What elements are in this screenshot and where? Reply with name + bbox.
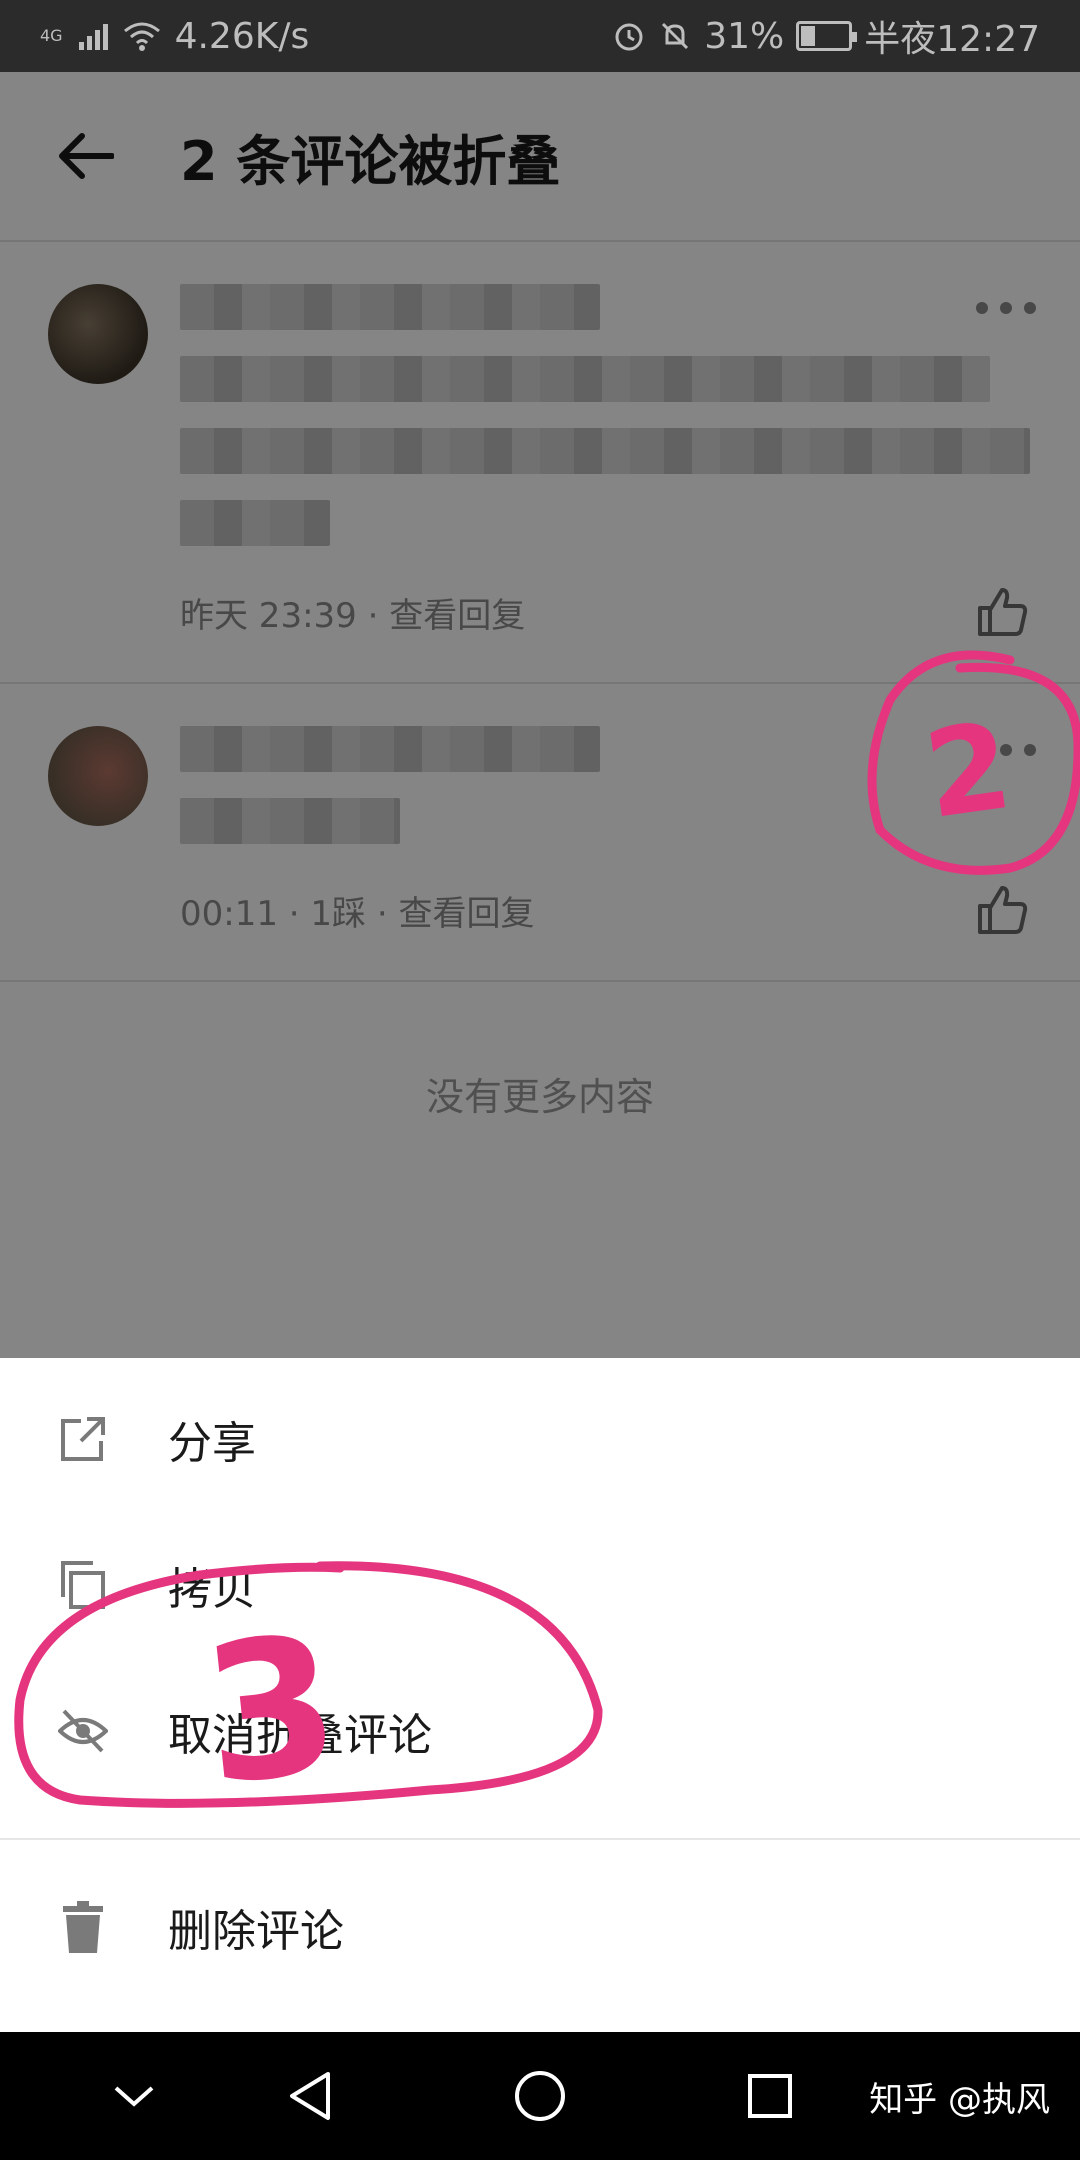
status-time: 半夜12:27 xyxy=(864,19,1040,60)
unfold-comment-label: 取消折叠评论 xyxy=(168,1710,432,1761)
nav-back-button[interactable] xyxy=(280,2066,340,2126)
square-recents-icon xyxy=(748,2074,792,2118)
circle-home-icon xyxy=(515,2071,565,2121)
share-option[interactable]: 分享 xyxy=(0,1366,1080,1512)
eye-off-icon xyxy=(58,1706,108,1756)
status-left: 4G 4.26K/s xyxy=(40,16,309,57)
status-right: 31% 半夜12:27 xyxy=(612,10,1040,62)
trash-icon xyxy=(58,1901,108,1953)
wifi-icon xyxy=(123,22,160,51)
action-sheet: 分享 拷贝 取消折叠评论 删除评论 xyxy=(0,1358,1080,2032)
battery-percent: 31% xyxy=(704,15,785,57)
alarm-icon xyxy=(615,23,643,51)
delete-comment-label: 删除评论 xyxy=(168,1906,344,1957)
sheet-divider xyxy=(0,1838,1080,1840)
status-bar: 4G 4.26K/s 31% 半夜12:27 xyxy=(0,0,1080,72)
system-nav-bar: 知乎 @执风 xyxy=(0,2032,1080,2160)
watermark: 知乎 @执风 xyxy=(869,2080,1050,2120)
network-type: 4G xyxy=(40,26,63,45)
signal-icon xyxy=(78,24,108,50)
copy-option[interactable]: 拷贝 xyxy=(0,1512,1080,1658)
copy-icon xyxy=(58,1560,108,1610)
nav-recents-button[interactable] xyxy=(740,2066,800,2126)
net-speed: 4.26K/s xyxy=(174,15,310,57)
share-icon xyxy=(58,1414,108,1464)
nav-home-button[interactable] xyxy=(510,2066,570,2126)
bell-off-icon xyxy=(662,22,689,50)
battery-fill xyxy=(801,26,816,46)
copy-label: 拷贝 xyxy=(168,1564,256,1615)
share-label: 分享 xyxy=(168,1418,256,1469)
nav-collapse-button[interactable] xyxy=(104,2066,164,2126)
chevron-down-icon xyxy=(114,2086,154,2107)
dim-overlay[interactable] xyxy=(0,72,1080,1358)
triangle-back-icon xyxy=(290,2072,330,2120)
battery-icon xyxy=(796,21,858,51)
delete-comment-option[interactable]: 删除评论 xyxy=(0,1854,1080,2000)
unfold-comment-option[interactable]: 取消折叠评论 xyxy=(0,1658,1080,1804)
